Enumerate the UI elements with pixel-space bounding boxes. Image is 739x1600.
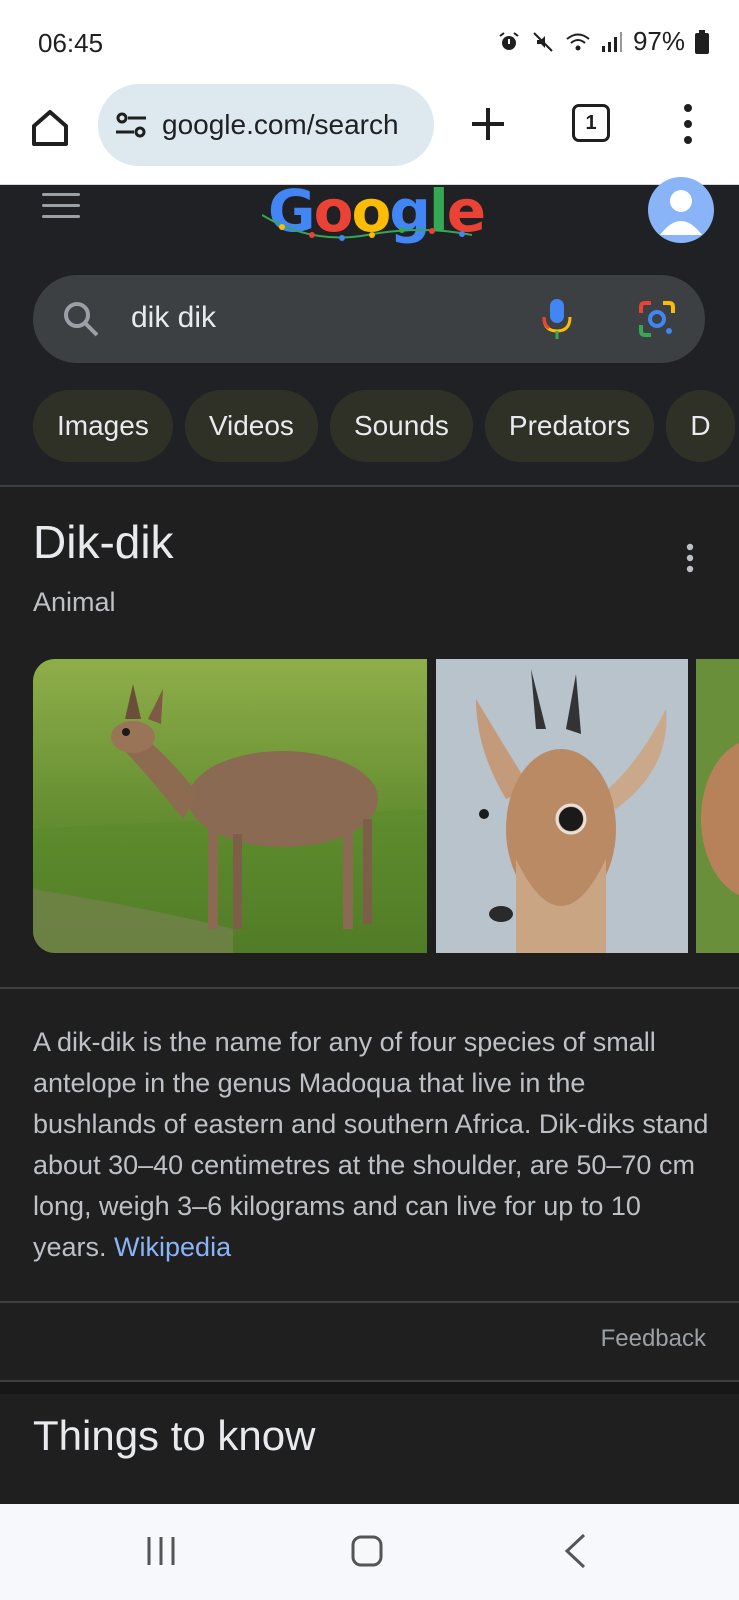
account-avatar[interactable] [648, 177, 714, 243]
alarm-icon [499, 31, 519, 50]
system-nav-bar [0, 1504, 739, 1600]
search-header: Google dik dik Images Videos Sounds Pred… [0, 177, 739, 485]
things-to-know-title: Things to know [33, 1412, 316, 1459]
battery-percent: 97% [632, 26, 685, 56]
battery-icon [695, 29, 709, 54]
panel-subtitle: Animal [33, 587, 116, 617]
url-text: google.com/search [162, 109, 399, 140]
main-menu-icon[interactable] [42, 193, 80, 223]
chip-images[interactable]: Images [33, 390, 173, 462]
wikipedia-link[interactable]: Wikipedia [114, 1232, 231, 1262]
divider [0, 1301, 739, 1303]
divider [0, 987, 739, 989]
new-tab-icon[interactable] [468, 104, 508, 144]
search-bar[interactable]: dik dik [33, 275, 705, 363]
site-settings-icon[interactable] [114, 108, 148, 142]
filter-chips: Images Videos Sounds Predators D [33, 390, 735, 462]
chip-videos[interactable]: Videos [184, 390, 318, 462]
google-lens-icon[interactable] [637, 299, 677, 339]
section-gap [0, 1382, 739, 1394]
image-carousel [33, 659, 739, 953]
chip-predators[interactable]: Predators [484, 390, 655, 462]
wifi-icon [566, 33, 590, 50]
back-icon[interactable] [562, 1532, 588, 1570]
holiday-lights-decoration [262, 214, 472, 241]
panel-title: Dik-dik [33, 516, 174, 568]
tab-switcher-button[interactable]: 1 [572, 104, 610, 142]
dikdik-photo-2[interactable] [436, 659, 688, 953]
status-bar: 06:45 97% [0, 0, 739, 84]
address-bar[interactable]: google.com/search [98, 84, 434, 166]
panel-more-icon[interactable] [686, 543, 694, 573]
panel-description: A dik-dik is the name for any of four sp… [33, 1022, 713, 1268]
more-options-icon[interactable] [676, 102, 700, 146]
signal-icon [601, 31, 622, 52]
chip-sounds[interactable]: Sounds [329, 390, 473, 462]
home-icon[interactable] [28, 106, 72, 150]
search-icon [64, 302, 99, 337]
description-text: A dik-dik is the name for any of four sp… [33, 1027, 709, 1262]
search-query[interactable]: dik dik [131, 301, 216, 335]
dikdik-photo-1[interactable] [33, 659, 427, 953]
knowledge-panel: Dik-dik Animal A dik-dik is the name for… [0, 487, 739, 1380]
feedback-link[interactable]: Feedback [601, 1325, 706, 1353]
microphone-icon[interactable] [539, 295, 575, 343]
home-nav-icon[interactable] [350, 1534, 384, 1568]
browser-toolbar: google.com/search 1 [0, 84, 739, 185]
recent-apps-icon[interactable] [144, 1534, 178, 1568]
dikdik-photo-3[interactable] [696, 659, 739, 953]
chip-partial[interactable]: D [666, 390, 735, 462]
mute-icon [533, 31, 553, 52]
tab-count: 1 [585, 111, 597, 134]
things-to-know-section: Things to know [0, 1394, 739, 1504]
status-time: 06:45 [38, 28, 104, 58]
status-icons: 97% [497, 26, 709, 57]
person-icon [660, 190, 702, 235]
